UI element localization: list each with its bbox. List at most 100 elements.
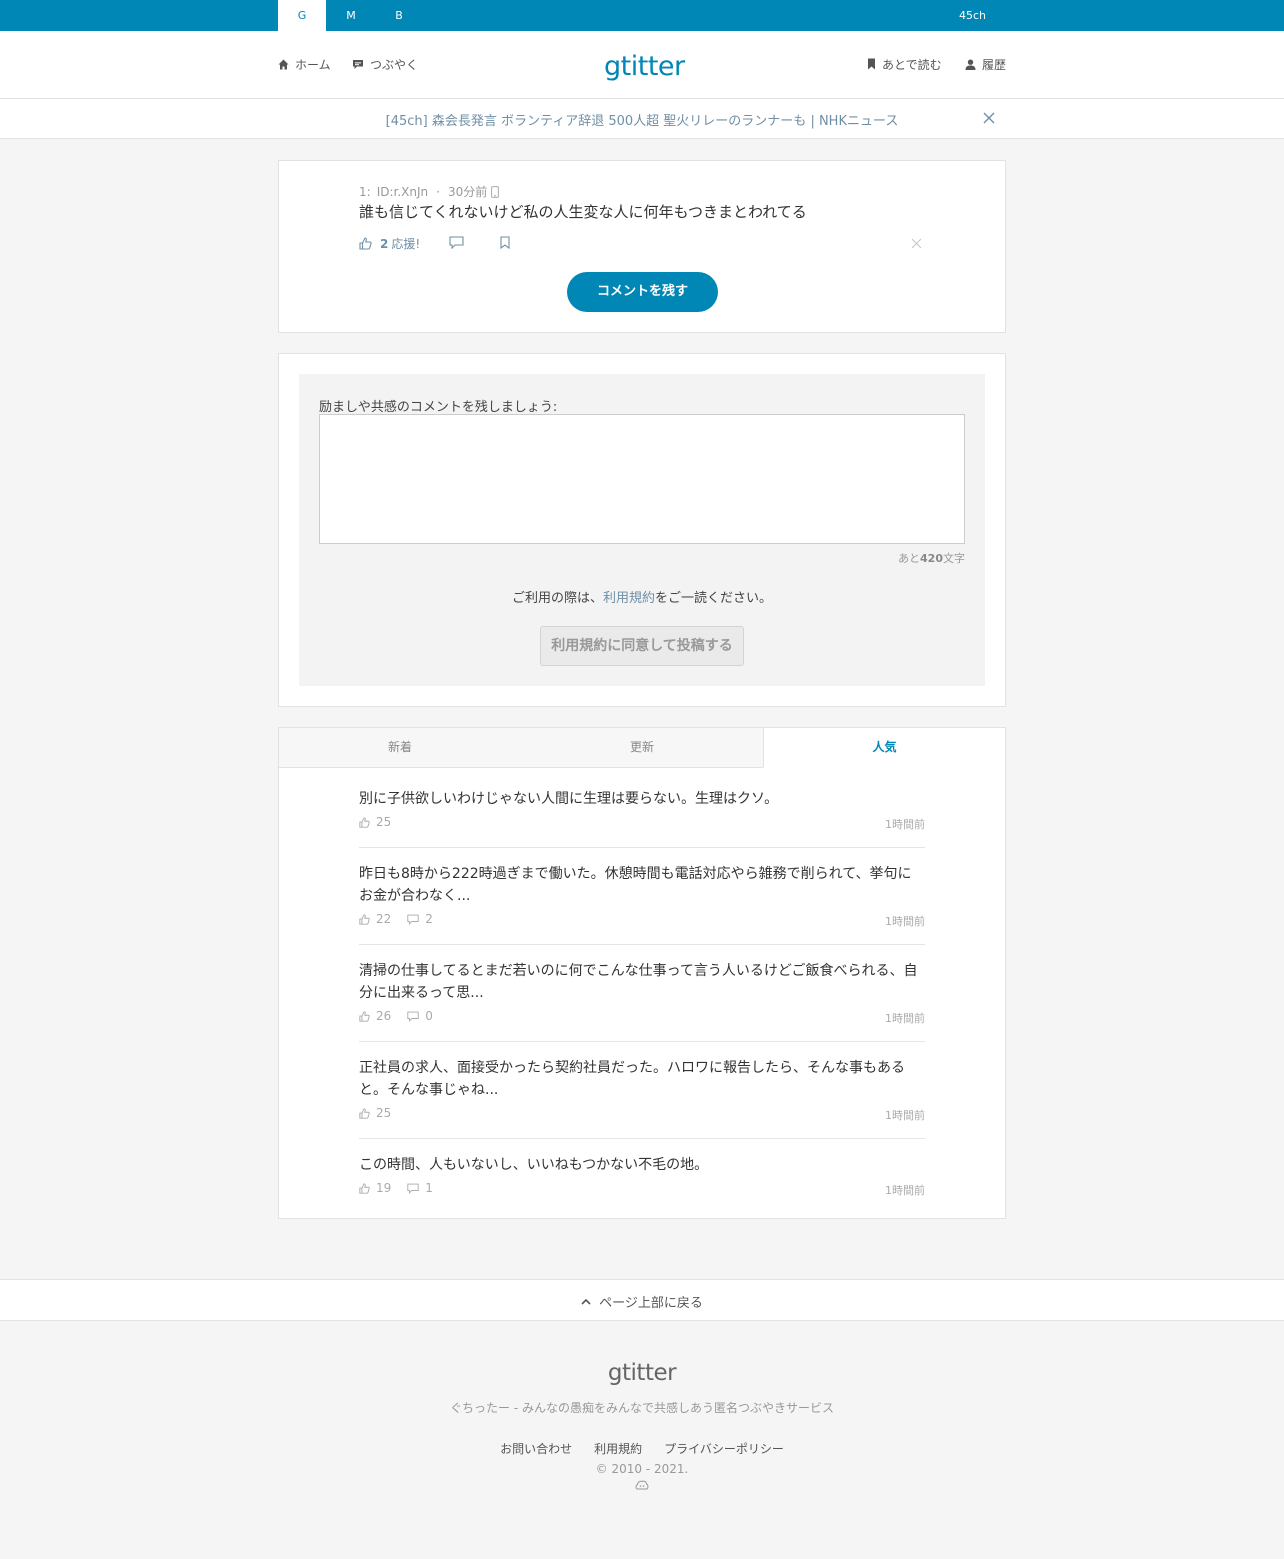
- list-item[interactable]: 別に子供欲しいわけじゃない人間に生理は要らない。生理はクソ。 25 1時間前: [359, 788, 925, 868]
- footer-link-contact[interactable]: お問い合わせ: [500, 1440, 572, 1457]
- news-banner-link[interactable]: [45ch] 森会長発言 ボランティア辞退 500人超 聖火リレーのランナーも …: [0, 110, 1284, 129]
- feed-item-stats: 25: [359, 1105, 391, 1121]
- terms-prefix: ご利用の際は、: [511, 591, 603, 606]
- post-text: 誰も信じてくれないけど私の人生変な人に何年もつきまとわれてる: [359, 203, 807, 221]
- terms-suffix: をご一読ください。: [655, 591, 773, 606]
- feed-item-comments: 1: [425, 1181, 433, 1195]
- nav-home-label: ホーム: [295, 57, 331, 72]
- comment-textarea[interactable]: [319, 414, 965, 544]
- post-time: 30分前: [447, 185, 488, 199]
- tab-updated[interactable]: 更新: [521, 728, 763, 768]
- nav-read-later-label: あとで読む: [882, 57, 942, 72]
- hide-post-button[interactable]: [911, 238, 922, 249]
- leave-comment-button[interactable]: コメントを残す: [567, 272, 718, 312]
- submit-comment-button[interactable]: 利用規約に同意して投稿する: [540, 626, 744, 666]
- list-item[interactable]: この時間、人もいないし、いいねもつかない不毛の地。 19 1 1時間前: [359, 1154, 925, 1204]
- comment-icon: [407, 1011, 419, 1022]
- feed-item-comments: 0: [425, 1009, 433, 1023]
- mascot-icon: [635, 1480, 649, 1490]
- back-to-top-link[interactable]: ページ上部に戻る: [0, 1292, 1284, 1311]
- feed-item-time: 1時間前: [885, 1012, 925, 1025]
- home-icon: [278, 59, 289, 69]
- chevron-up-icon: [581, 1298, 591, 1305]
- site-logo[interactable]: gtitter: [604, 51, 685, 82]
- comment-icon: [449, 236, 464, 249]
- post-number: 1:: [359, 184, 371, 199]
- feed-tabs: 新着 更新 人気: [279, 728, 1005, 768]
- char-suffix: 文字: [943, 552, 965, 565]
- list-item[interactable]: 正社員の求人、面接受かったら契約社員だった。ハロワに報告したら、そんな事もあると…: [359, 1057, 925, 1139]
- feed-item-text: この時間、人もいないし、いいねもつかない不毛の地。: [359, 1157, 709, 1173]
- site-header: ホーム つぶやく gtitter あとで読む 履歴: [0, 31, 1284, 99]
- divider: [359, 1138, 925, 1139]
- list-item[interactable]: 昨日も8時から222時過ぎまで働いた。休憩時間も電話対応やら雑務で削られて、挙句…: [359, 863, 925, 945]
- feed-item-likes: 25: [376, 815, 392, 829]
- terms-note: ご利用の際は、利用規約をご一読ください。: [299, 587, 985, 606]
- feed-item-text: 別に子供欲しいわけじゃない人間に生理は要らない。生理はクソ。: [359, 791, 779, 807]
- feed-item-likes: 22: [376, 912, 392, 926]
- tab-popular[interactable]: 人気: [763, 728, 1005, 768]
- char-prefix: あと: [898, 552, 921, 565]
- thumbs-up-icon: [359, 913, 370, 925]
- nav-tweet[interactable]: つぶやく: [352, 55, 418, 73]
- nav-read-later[interactable]: あとで読む: [867, 55, 942, 73]
- terms-link[interactable]: 利用規約: [603, 591, 655, 606]
- thumbs-up-icon: [359, 816, 370, 828]
- thumbs-up-icon: [359, 1182, 370, 1194]
- reply-button[interactable]: [449, 236, 464, 249]
- feed-item-stats: 22 2: [359, 911, 433, 927]
- nav-home[interactable]: ホーム: [278, 55, 331, 73]
- comment-form-label: 励ましや共感のコメントを残しましょう:: [319, 400, 558, 415]
- divider: [359, 944, 925, 945]
- divider: [359, 847, 925, 848]
- thumbs-up-icon: [359, 1107, 370, 1119]
- feed-item-stats: 25: [359, 814, 391, 830]
- comment-icon: [407, 1183, 419, 1194]
- footer-copyright: © 2010 - 2021.: [595, 1462, 689, 1476]
- comment-form: 励ましや共感のコメントを残しましょう: あと420文字 ご利用の際は、利用規約を…: [299, 374, 985, 686]
- feed-item-stats: 26 0: [359, 1008, 433, 1024]
- top-tab-g[interactable]: G: [278, 0, 326, 31]
- comment-form-card: 励ましや共感のコメントを残しましょう: あと420文字 ご利用の際は、利用規約を…: [278, 353, 1006, 707]
- speech-bubble-icon: [353, 59, 363, 69]
- feed-card: 新着 更新 人気 別に子供欲しいわけじゃない人間に生理は要らない。生理はクソ。 …: [278, 727, 1006, 1219]
- feed-item-likes: 26: [376, 1009, 392, 1023]
- bookmark-button[interactable]: [500, 236, 510, 249]
- cheer-label: 応援!: [391, 237, 421, 251]
- nav-history[interactable]: 履歴: [965, 55, 1006, 73]
- top-bar: G M B 45ch: [0, 0, 1284, 31]
- feed-item-text: 昨日も8時から222時過ぎまで働いた。休憩時間も電話対応やら雑務で削られて、挙句…: [359, 866, 912, 904]
- back-to-top-bar: ページ上部に戻る: [0, 1279, 1284, 1321]
- tab-new[interactable]: 新着: [279, 728, 521, 768]
- post-card: 1: ID:r.XnJn · 30分前 誰も信じてくれないけど私の人生変な人に何…: [278, 160, 1006, 333]
- footer-link-privacy[interactable]: プライバシーポリシー: [664, 1440, 784, 1457]
- feed-item-time: 1時間前: [885, 1184, 925, 1197]
- feed-item-comments: 2: [425, 912, 433, 926]
- top-link-45ch[interactable]: 45ch: [959, 0, 986, 31]
- post-user-id: ID:r.XnJn: [376, 184, 429, 199]
- close-icon[interactable]: [983, 112, 995, 124]
- top-tab-b[interactable]: B: [375, 0, 423, 31]
- divider: [359, 1041, 925, 1042]
- meta-separator: ·: [436, 184, 440, 199]
- feed-item-time: 1時間前: [885, 1109, 925, 1122]
- post-actions: 2 応援!: [359, 235, 925, 253]
- list-item[interactable]: 清掃の仕事してるとまだ若いのに何でこんな仕事って言う人いるけどご飯食べられる、自…: [359, 960, 925, 1042]
- char-remaining: 420: [920, 552, 943, 565]
- footer-logo[interactable]: gtitter: [0, 1360, 1284, 1386]
- feed-item-comment-group: 1: [407, 1181, 433, 1195]
- bookmark-outline-icon: [500, 236, 510, 249]
- footer-link-terms[interactable]: 利用規約: [594, 1440, 642, 1457]
- user-icon: [965, 59, 976, 70]
- top-tab-m[interactable]: M: [327, 0, 375, 31]
- thumbs-up-icon: [359, 1010, 370, 1022]
- cheer-button[interactable]: 2 応援!: [359, 235, 420, 252]
- nav-tweet-label: つぶやく: [370, 57, 419, 72]
- feed-item-stats: 19 1: [359, 1180, 433, 1196]
- feed-item-time: 1時間前: [885, 818, 925, 831]
- feed-item-time: 1時間前: [885, 915, 925, 928]
- feed-item-likes: 25: [376, 1106, 392, 1120]
- back-to-top-label: ページ上部に戻る: [599, 1296, 703, 1311]
- feed-item-likes: 19: [376, 1181, 392, 1195]
- cheer-count: 2: [380, 236, 389, 251]
